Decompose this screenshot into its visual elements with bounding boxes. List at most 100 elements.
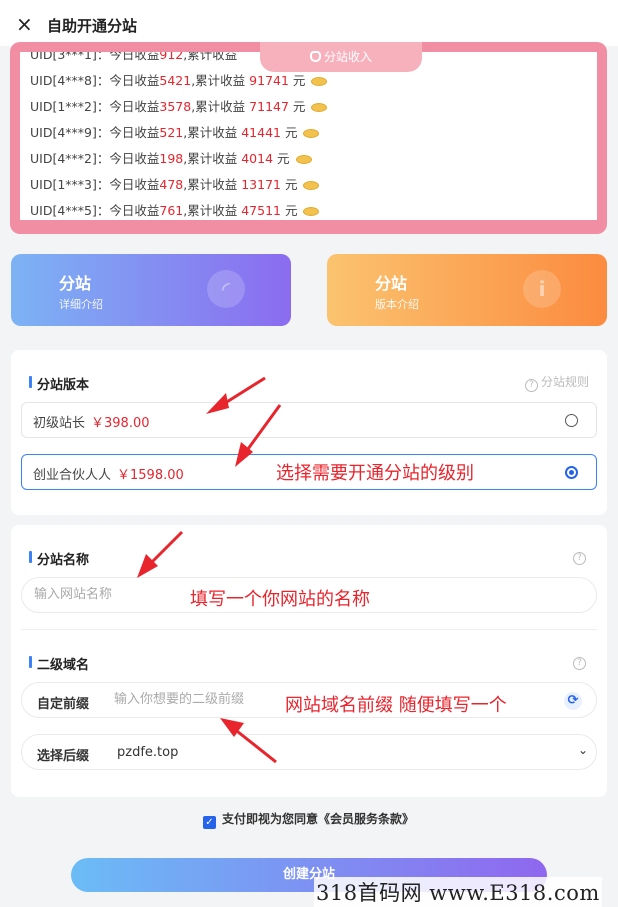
today-label: 今日收益 [109, 125, 160, 140]
today-label: 今日收益 [109, 177, 160, 192]
total-value: 13171 [241, 177, 281, 192]
top-bar: × 自助开通分站 [0, 0, 618, 46]
today-value: 912 [159, 52, 184, 62]
watermark: 318首码网 www.E318.com [314, 877, 602, 907]
close-icon[interactable]: × [16, 14, 36, 34]
annotation-site-name: 填写一个你网站的名称 [190, 589, 370, 610]
total-value: 41441 [241, 125, 281, 140]
income-rows: UID[3***1]：今日收益912,累计收益 UID[4***8]：今日收益54… [30, 52, 590, 220]
version-panel: 分站版本 ? 分站规则 初级站长 ￥398.00 创业合伙人人 ￥1598.00 [11, 350, 607, 515]
option-name: 初级站长 ￥398.00 [33, 412, 150, 431]
suffix-select[interactable]: pzdfe.top [117, 745, 178, 760]
question-icon: ? [573, 552, 586, 565]
section-title-site-name: 分站名称 [29, 549, 89, 568]
uid: UID[4***2]： [30, 151, 110, 166]
option-price: ￥1598.00 [117, 468, 184, 483]
divider [21, 629, 597, 630]
option-name-text: 初级站长 [33, 416, 86, 431]
income-row: UID[4***2]：今日收益198,累计收益 4014 元 [30, 146, 590, 172]
domain-help[interactable]: ? [573, 653, 589, 670]
uid: UID[3***1]： [30, 52, 110, 62]
money-bag-icon [309, 51, 321, 62]
income-row: UID[4***9]：今日收益521,累计收益 41441 元 [30, 120, 590, 146]
unit: 元 [277, 151, 290, 166]
suffix-field[interactable]: 选择后缀 pzdfe.top ⌄ [21, 734, 597, 770]
annotation-version: 选择需要开通分站的级别 [276, 463, 474, 484]
today-value: 198 [159, 151, 184, 166]
card-version-intro[interactable]: 分站 版本介绍 i [327, 254, 607, 326]
coin-icon [303, 207, 320, 216]
total-label: ,累计收益 [183, 52, 238, 62]
card-detail-intro[interactable]: 分站 详细介绍 ◜ [11, 254, 291, 326]
uid: UID[1***2]： [30, 99, 110, 114]
income-panel: UID[3***1]：今日收益912,累计收益 UID[4***8]：今日收益54… [10, 42, 607, 234]
today-label: 今日收益 [109, 73, 160, 88]
today-value: 521 [159, 125, 184, 140]
uid: UID[4***8]： [30, 73, 110, 88]
annotation-prefix: 网站域名前缀 随便填写一个 [285, 695, 507, 716]
card-subtitle: 详细介绍 [59, 298, 103, 311]
total-value: 91741 [249, 73, 289, 88]
income-row: UID[4***5]：今日收益761,累计收益 47511 元 [30, 198, 590, 220]
card-title: 分站 [375, 274, 408, 293]
today-label: 今日收益 [109, 203, 160, 218]
today-value: 3578 [159, 99, 192, 114]
section-title-version: 分站版本 [29, 374, 89, 393]
total-label: ,累计收益 [183, 151, 238, 166]
agreement[interactable]: ✓ 支付即视为您同意《会员服务条款》 [203, 810, 414, 829]
unit: 元 [292, 99, 306, 114]
section-title-domain: 二级域名 [29, 654, 89, 673]
total-label: ,累计收益 [183, 203, 238, 218]
rules-link[interactable]: ? 分站规则 [524, 373, 589, 392]
total-label: ,累计收益 [191, 99, 246, 114]
rules-link-label: 分站规则 [540, 375, 589, 389]
suffix-label: 选择后缀 [37, 749, 90, 764]
satellite-icon: ◜ [207, 270, 245, 308]
uid: UID[4***5]： [30, 203, 110, 218]
today-label: 今日收益 [109, 151, 160, 166]
page-title: 自助开通分站 [47, 17, 138, 35]
income-tab: 分站收入 [260, 42, 422, 72]
option-name-text: 创业合伙人人 [33, 468, 112, 483]
card-title: 分站 [59, 274, 92, 293]
uid: UID[4***9]： [30, 125, 110, 140]
coin-icon [295, 155, 312, 164]
prefix-label: 自定前缀 [37, 697, 90, 712]
today-value: 478 [159, 177, 184, 192]
total-label: ,累计收益 [183, 125, 238, 140]
uid: UID[1***3]： [30, 177, 110, 192]
info-icon: i [523, 270, 561, 308]
unit: 元 [284, 203, 298, 218]
refresh-icon[interactable]: ⟳ [564, 692, 582, 710]
version-option-basic[interactable]: 初级站长 ￥398.00 [21, 402, 597, 438]
question-icon: ? [573, 657, 586, 670]
chevron-down-icon[interactable]: ⌄ [578, 743, 588, 757]
income-row: UID[1***3]：今日收益478,累计收益 13171 元 [30, 172, 590, 198]
coin-icon [311, 77, 328, 86]
total-value: 47511 [241, 203, 281, 218]
question-icon: ? [524, 379, 538, 392]
total-value: 4014 [241, 151, 274, 166]
income-tab-label: 分站收入 [323, 50, 372, 64]
coin-icon [303, 129, 320, 138]
total-label: ,累计收益 [183, 177, 238, 192]
income-list-area: UID[3***1]：今日收益912,累计收益 UID[4***8]：今日收益54… [20, 52, 597, 220]
unit: 元 [284, 125, 298, 140]
card-subtitle: 版本介绍 [375, 298, 419, 311]
radio-basic[interactable] [565, 414, 578, 427]
income-row: UID[1***2]：今日收益3578,累计收益 71147 元 [30, 94, 590, 120]
site-info-panel: 分站名称 ? 二级域名 ? 自定前缀 ⟳ 选择后缀 pzdfe.top ⌄ [11, 525, 607, 797]
total-value: 71147 [249, 99, 289, 114]
radio-partner[interactable] [565, 466, 578, 479]
agreement-checkbox[interactable]: ✓ [203, 816, 216, 829]
site-name-help[interactable]: ? [573, 548, 589, 565]
agreement-text: 支付即视为您同意《会员服务条款》 [222, 812, 415, 826]
coin-icon [303, 181, 320, 190]
unit: 元 [284, 177, 298, 192]
coin-icon [311, 103, 328, 112]
today-value: 5421 [159, 73, 192, 88]
today-value: 761 [159, 203, 184, 218]
option-price: ￥398.00 [91, 416, 150, 431]
today-label: 今日收益 [109, 52, 160, 62]
today-label: 今日收益 [109, 99, 160, 114]
